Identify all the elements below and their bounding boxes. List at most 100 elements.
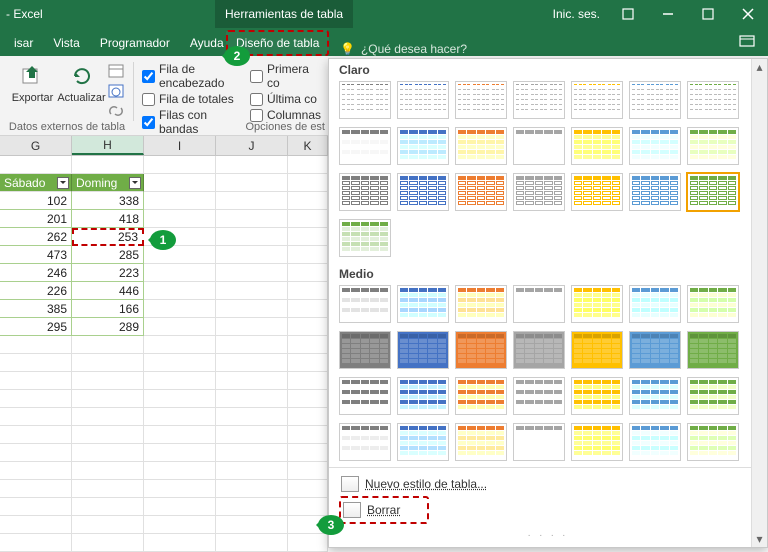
cell[interactable] [0, 354, 72, 372]
table-cell[interactable]: 289 [72, 318, 144, 336]
table-style-swatch[interactable] [513, 81, 565, 119]
table-style-swatch[interactable] [455, 173, 507, 211]
cell[interactable] [72, 426, 144, 444]
cell[interactable] [216, 444, 288, 462]
cell[interactable] [216, 246, 288, 264]
table-style-swatch[interactable] [571, 173, 623, 211]
clear-table-style[interactable]: Borrar [339, 496, 429, 524]
cell[interactable] [144, 156, 216, 174]
cell[interactable] [72, 444, 144, 462]
cell[interactable] [72, 498, 144, 516]
table-style-swatch[interactable] [455, 331, 507, 369]
table-style-swatch[interactable] [571, 81, 623, 119]
cell[interactable] [288, 192, 328, 210]
cell[interactable] [288, 336, 328, 354]
cell[interactable] [216, 390, 288, 408]
cell[interactable] [144, 354, 216, 372]
cell[interactable] [0, 426, 72, 444]
table-style-swatch[interactable] [513, 377, 565, 415]
table-style-swatch[interactable] [455, 377, 507, 415]
table-cell[interactable]: 226 [0, 282, 72, 300]
table-style-swatch[interactable] [513, 127, 565, 165]
table-style-swatch[interactable] [397, 173, 449, 211]
tab-review[interactable]: isar [4, 30, 43, 56]
table-style-swatch[interactable] [339, 81, 391, 119]
table-style-swatch[interactable] [339, 423, 391, 461]
table-style-swatch[interactable] [513, 423, 565, 461]
table-style-swatch[interactable] [571, 331, 623, 369]
table-style-swatch[interactable] [397, 377, 449, 415]
open-browser-icon[interactable] [108, 84, 126, 100]
cell[interactable] [144, 390, 216, 408]
table-style-swatch[interactable] [629, 331, 681, 369]
cell[interactable] [144, 372, 216, 390]
table-style-swatch[interactable] [397, 81, 449, 119]
table-cell[interactable]: 166 [72, 300, 144, 318]
cell[interactable] [288, 372, 328, 390]
table-style-swatch[interactable] [513, 173, 565, 211]
cell[interactable] [216, 408, 288, 426]
cell[interactable] [216, 300, 288, 318]
table-style-swatch[interactable] [687, 331, 739, 369]
table-cell[interactable]: 418 [72, 210, 144, 228]
filter-dropdown-icon[interactable] [129, 177, 141, 189]
unlink-icon[interactable] [108, 104, 126, 120]
cell[interactable] [144, 264, 216, 282]
cell[interactable] [216, 318, 288, 336]
cell[interactable] [216, 228, 288, 246]
cell[interactable] [0, 408, 72, 426]
table-cell[interactable]: 295 [0, 318, 72, 336]
table-style-swatch[interactable] [629, 173, 681, 211]
table-cell-selected[interactable]: 253 [72, 228, 144, 246]
cell[interactable] [216, 354, 288, 372]
table-style-swatch[interactable] [571, 423, 623, 461]
table-cell[interactable]: 285 [72, 246, 144, 264]
col-header-G[interactable]: G [0, 136, 72, 155]
cell[interactable] [0, 516, 72, 534]
cell[interactable] [216, 480, 288, 498]
cell[interactable] [288, 408, 328, 426]
cell[interactable] [216, 210, 288, 228]
table-style-swatch[interactable] [339, 331, 391, 369]
cell[interactable] [288, 444, 328, 462]
cell[interactable] [72, 480, 144, 498]
table-cell[interactable]: 102 [0, 192, 72, 210]
table-style-swatch[interactable] [455, 423, 507, 461]
table-style-swatch[interactable] [629, 127, 681, 165]
cell[interactable] [288, 354, 328, 372]
col-header-I[interactable]: I [144, 136, 216, 155]
cell[interactable] [144, 246, 216, 264]
table-style-swatch[interactable] [571, 127, 623, 165]
cell[interactable] [288, 498, 328, 516]
cell[interactable] [288, 228, 328, 246]
cell[interactable] [72, 534, 144, 552]
refresh-button[interactable]: Actualizar [57, 60, 106, 120]
table-style-swatch[interactable] [571, 377, 623, 415]
table-style-swatch[interactable] [339, 219, 391, 257]
table-cell[interactable]: 262 [0, 228, 72, 246]
table-cell[interactable]: 473 [0, 246, 72, 264]
cell[interactable] [0, 480, 72, 498]
chk-first-col[interactable]: Primera co [250, 62, 321, 90]
cell[interactable] [216, 516, 288, 534]
cell[interactable] [216, 174, 288, 192]
chk-header-row[interactable]: Fila de encabezado [142, 62, 236, 90]
table-style-swatch[interactable] [571, 285, 623, 323]
cell[interactable] [216, 534, 288, 552]
cell[interactable] [72, 462, 144, 480]
cell[interactable] [144, 174, 216, 192]
cell[interactable] [144, 210, 216, 228]
cell[interactable] [288, 246, 328, 264]
cell[interactable] [288, 264, 328, 282]
cell[interactable] [0, 156, 72, 174]
cell[interactable] [0, 444, 72, 462]
table-cell[interactable]: 338 [72, 192, 144, 210]
ribbon-display-options[interactable] [608, 0, 648, 28]
chk-total-row[interactable]: Fila de totales [142, 92, 236, 106]
table-style-swatch[interactable] [629, 285, 681, 323]
table-style-swatch[interactable] [513, 285, 565, 323]
cell[interactable] [72, 390, 144, 408]
cell[interactable] [288, 300, 328, 318]
table-style-swatch[interactable] [339, 173, 391, 211]
table-style-swatch[interactable] [397, 285, 449, 323]
